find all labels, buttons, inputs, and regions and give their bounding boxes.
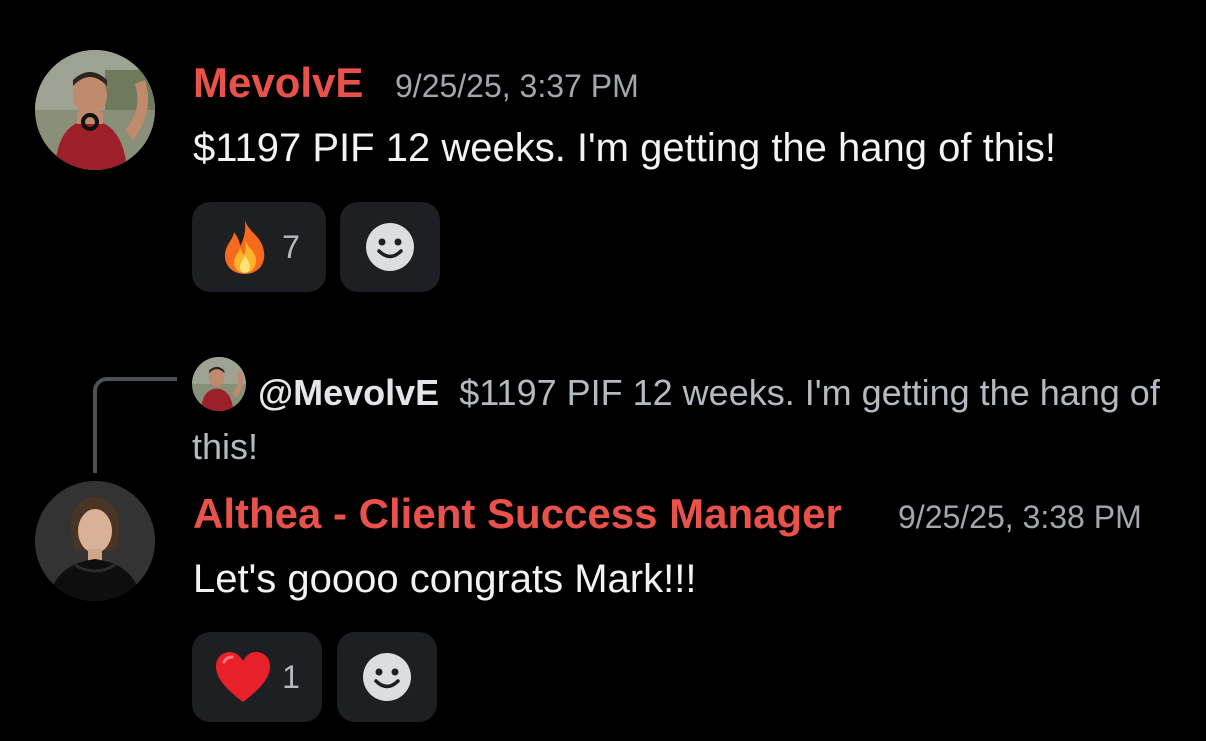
add-reaction-button[interactable] — [337, 632, 437, 722]
message-timestamp: 9/25/25, 3:38 PM — [898, 499, 1142, 535]
message-text: $1197 PIF 12 weeks. I'm getting the hang… — [193, 126, 1056, 170]
reaction-fire[interactable]: 7 — [192, 202, 326, 292]
chat-view: MevolvE 9/25/25, 3:37 PM $1197 PIF 12 we… — [0, 0, 1206, 741]
avatar-mevolve[interactable] — [35, 50, 155, 170]
smiley-icon — [366, 223, 414, 271]
reaction-heart[interactable]: 1 — [192, 632, 322, 722]
add-reaction-button[interactable] — [340, 202, 440, 292]
red-heart-icon — [216, 652, 271, 702]
reply-mention[interactable]: @MevolvE — [258, 372, 439, 413]
reply-preview[interactable]: @MevolvE $1197 PIF 12 weeks. I'm getting… — [192, 366, 1182, 474]
smiley-icon — [363, 653, 411, 701]
author-name[interactable]: Althea - Client Success Manager — [193, 490, 842, 538]
reaction-count: 1 — [282, 658, 300, 695]
reaction-count: 7 — [282, 228, 300, 265]
author-name[interactable]: MevolvE — [193, 59, 363, 107]
avatar-althea[interactable] — [35, 481, 155, 601]
reply-connector — [93, 377, 177, 473]
message-timestamp: 9/25/25, 3:37 PM — [395, 68, 639, 104]
message-text: Let's goooo congrats Mark!!! — [193, 557, 697, 601]
fire-icon — [225, 220, 265, 274]
